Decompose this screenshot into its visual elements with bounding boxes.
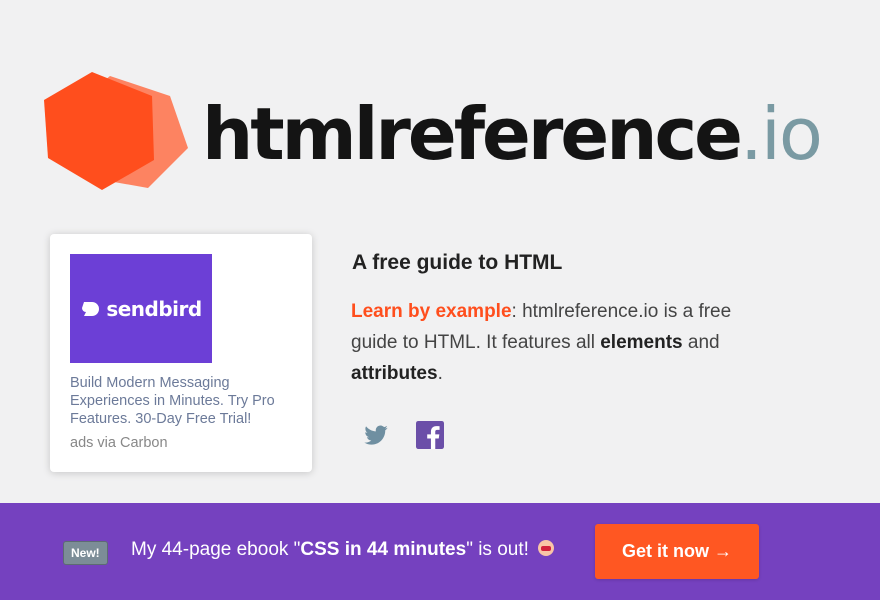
site-logo[interactable]: htmlreference.io	[40, 70, 823, 200]
ad-image[interactable]: sendbird	[70, 254, 212, 363]
ad-text[interactable]: Build Modern Messaging Experiences in Mi…	[70, 374, 300, 428]
facebook-link[interactable]	[416, 421, 444, 449]
elements-link[interactable]: elements	[600, 332, 682, 353]
twitter-icon	[364, 425, 388, 445]
promo-text-prefix: My 44-page ebook "	[131, 539, 301, 560]
logo-tld: .io	[739, 92, 823, 176]
ad-via-link[interactable]: ads via Carbon	[70, 435, 168, 451]
get-it-now-button[interactable]: Get it now →	[595, 524, 759, 579]
ad-brand: sendbird	[106, 296, 202, 321]
attributes-link[interactable]: attributes	[351, 363, 438, 384]
intro-title: A free guide to HTML	[352, 251, 563, 274]
social-links	[362, 421, 444, 449]
facebook-icon	[416, 421, 444, 449]
new-badge: New!	[63, 541, 108, 565]
promo-text-suffix: " is out!	[466, 539, 535, 560]
kissing-emoji-icon	[538, 540, 555, 556]
promo-text: My 44-page ebook "CSS in 44 minutes" is …	[131, 539, 555, 561]
learn-by-example: Learn by example	[351, 301, 512, 322]
intro-text-and: and	[682, 332, 720, 353]
twitter-link[interactable]	[362, 421, 390, 449]
pentagon-logo-icon	[44, 72, 188, 190]
logo-wordmark: htmlreference.io	[202, 84, 823, 184]
sendbird-icon	[82, 301, 100, 316]
carbon-ad: sendbird Build Modern Messaging Experien…	[50, 234, 312, 472]
intro-text-end: .	[437, 363, 443, 384]
logo-name: htmlreference	[202, 92, 743, 176]
ebook-title: CSS in 44 minutes	[300, 539, 467, 560]
intro-text: Learn by example: htmlreference.io is a …	[351, 296, 751, 389]
